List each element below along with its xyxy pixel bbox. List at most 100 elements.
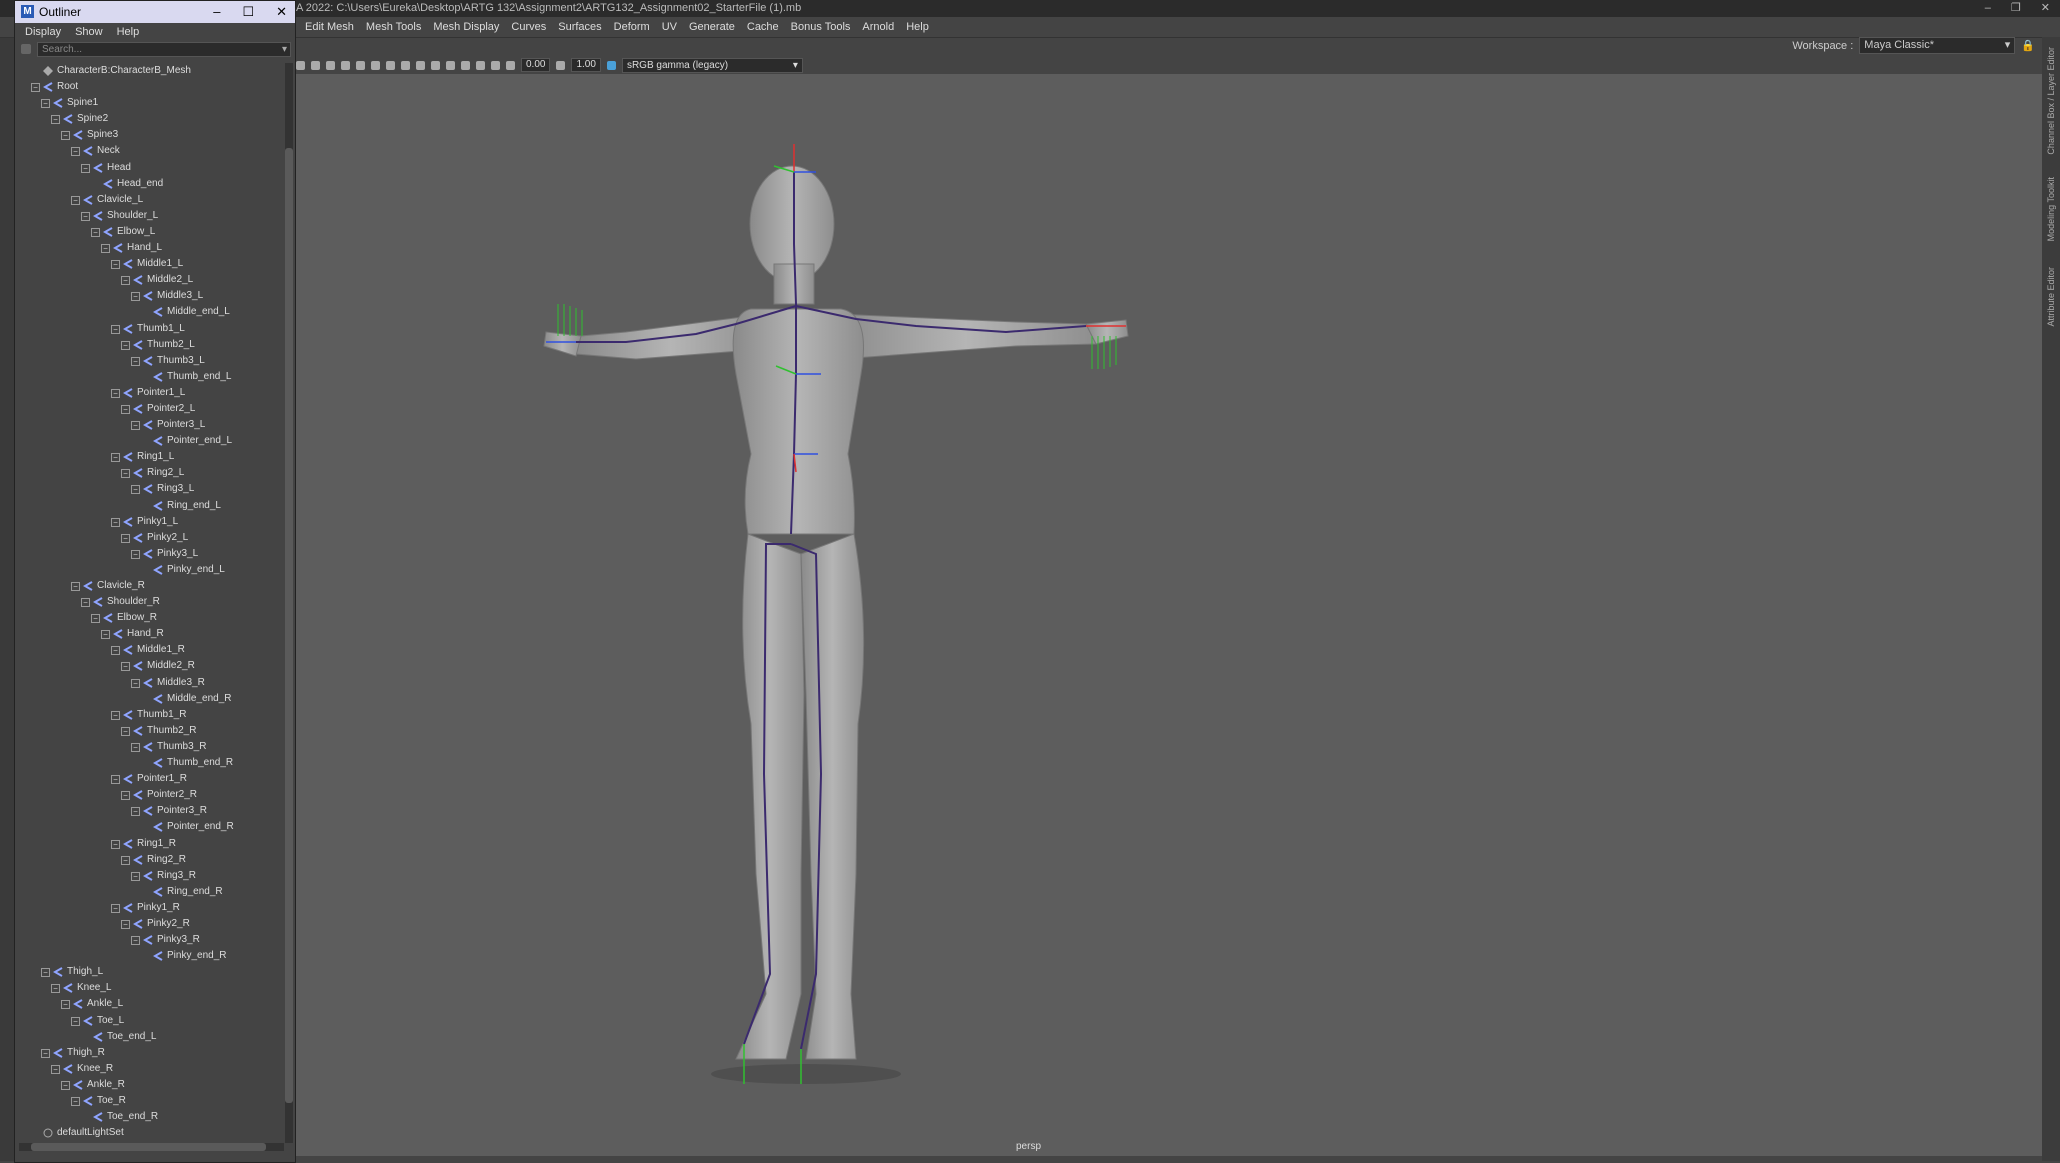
outliner-item[interactable]: Pinky_end_L: [15, 562, 283, 578]
isolate-select-icon[interactable]: [491, 60, 500, 70]
outliner-item[interactable]: Pointer_end_L: [15, 433, 283, 449]
scrollbar-thumb[interactable]: [285, 148, 293, 1103]
menu-item[interactable]: Generate: [689, 17, 735, 37]
workspace-dropdown[interactable]: Maya Classic*: [1859, 37, 2016, 54]
outliner-item[interactable]: Pinky_end_R: [15, 948, 283, 964]
outliner-item[interactable]: − Ring1_L: [15, 449, 283, 465]
collapse-icon[interactable]: −: [61, 1080, 70, 1090]
outliner-item[interactable]: − Hand_R: [15, 626, 283, 642]
collapse-icon[interactable]: −: [71, 147, 80, 157]
outliner-item[interactable]: − Ankle_L: [15, 996, 283, 1012]
outliner-minimize-icon[interactable]: –: [213, 1, 220, 23]
outliner-item[interactable]: − Ring1_R: [15, 836, 283, 852]
collapse-icon[interactable]: −: [61, 1000, 70, 1010]
smooth-shade-icon[interactable]: [416, 60, 425, 70]
outliner-item[interactable]: − Pointer1_R: [15, 771, 283, 787]
collapse-icon[interactable]: −: [71, 1097, 80, 1106]
collapse-icon[interactable]: −: [131, 356, 140, 366]
outliner-item[interactable]: Ring_end_R: [15, 884, 283, 900]
collapse-icon[interactable]: −: [121, 533, 130, 543]
wireframe-icon[interactable]: [401, 60, 410, 70]
collapse-icon[interactable]: −: [111, 710, 120, 720]
outliner-item[interactable]: − Ring3_R: [15, 868, 283, 884]
outliner-item[interactable]: − Shoulder_R: [15, 594, 283, 610]
collapse-icon[interactable]: −: [131, 485, 140, 495]
collapse-icon[interactable]: −: [71, 195, 80, 205]
restore-icon[interactable]: ❐: [2011, 0, 2021, 17]
outliner-item[interactable]: Middle_end_R: [15, 691, 283, 707]
outliner-item[interactable]: − Pinky2_R: [15, 916, 283, 932]
outliner-item[interactable]: − Ring2_L: [15, 465, 283, 481]
outliner-item[interactable]: Head_end: [15, 176, 283, 192]
outliner-item[interactable]: − Ring2_R: [15, 852, 283, 868]
collapse-icon[interactable]: −: [131, 807, 140, 817]
collapse-icon[interactable]: −: [71, 1016, 80, 1026]
outliner-item[interactable]: − Ankle_R: [15, 1077, 283, 1093]
collapse-icon[interactable]: −: [101, 244, 110, 254]
outliner-item[interactable]: − Spine2: [15, 111, 283, 127]
outliner-item[interactable]: Thumb_end_R: [15, 755, 283, 771]
outliner-item[interactable]: − Head: [15, 160, 283, 176]
outliner-menu-display[interactable]: Display: [25, 23, 61, 41]
outliner-item[interactable]: − Pinky3_L: [15, 546, 283, 562]
collapse-icon[interactable]: −: [91, 227, 100, 237]
outliner-item[interactable]: CharacterB:CharacterB_Mesh: [15, 63, 283, 79]
collapse-icon[interactable]: −: [131, 742, 140, 752]
gamma-field[interactable]: 1.00: [571, 58, 601, 72]
outliner-item[interactable]: − Pointer2_L: [15, 401, 283, 417]
collapse-icon[interactable]: −: [111, 903, 120, 913]
outliner-item[interactable]: Thumb_end_L: [15, 369, 283, 385]
outliner-item[interactable]: − Thigh_R: [15, 1045, 283, 1061]
textured-icon[interactable]: [431, 60, 440, 70]
collapse-icon[interactable]: −: [111, 453, 120, 463]
collapse-icon[interactable]: −: [51, 984, 60, 994]
outliner-item[interactable]: − Knee_R: [15, 1061, 283, 1077]
tab-channel-box[interactable]: Channel Box / Layer Editor: [2046, 47, 2056, 155]
outliner-menu-help[interactable]: Help: [117, 23, 140, 41]
menu-item[interactable]: Curves: [511, 17, 546, 37]
collapse-icon[interactable]: −: [131, 678, 140, 688]
collapse-icon[interactable]: −: [81, 163, 90, 173]
collapse-icon[interactable]: −: [61, 131, 70, 141]
collapse-icon[interactable]: −: [121, 726, 130, 736]
outliner-maximize-icon[interactable]: ☐: [242, 1, 254, 23]
outliner-item[interactable]: − Pointer1_L: [15, 385, 283, 401]
outliner-item[interactable]: − Middle1_L: [15, 256, 283, 272]
shadows-icon[interactable]: [461, 60, 470, 70]
outliner-search-input[interactable]: Search...: [37, 41, 291, 57]
collapse-icon[interactable]: −: [111, 646, 120, 656]
outliner-item[interactable]: − Toe_R: [15, 1093, 283, 1109]
menu-item[interactable]: Edit Mesh: [305, 17, 354, 37]
scrollbar-thumb[interactable]: [31, 1143, 266, 1151]
xray-icon[interactable]: [476, 60, 485, 70]
outliner-item[interactable]: − Thumb1_R: [15, 707, 283, 723]
outliner-item[interactable]: − Elbow_R: [15, 610, 283, 626]
camera-select-icon[interactable]: [296, 60, 305, 70]
outliner-item[interactable]: − Ring3_L: [15, 481, 283, 497]
collapse-icon[interactable]: −: [121, 855, 130, 865]
outliner-item[interactable]: − Thumb2_L: [15, 337, 283, 353]
collapse-icon[interactable]: −: [131, 421, 140, 431]
menu-item[interactable]: UV: [662, 17, 677, 37]
colorspace-dropdown[interactable]: sRGB gamma (legacy): [621, 57, 803, 73]
outliner-item[interactable]: − Pointer3_R: [15, 803, 283, 819]
outliner-item[interactable]: − Pointer3_L: [15, 417, 283, 433]
collapse-icon[interactable]: −: [121, 340, 130, 350]
collapse-icon[interactable]: −: [131, 936, 140, 946]
collapse-icon[interactable]: −: [111, 388, 120, 398]
outliner-item[interactable]: − Thumb3_R: [15, 739, 283, 755]
outliner-close-icon[interactable]: ✕: [276, 1, 287, 23]
collapse-icon[interactable]: −: [121, 791, 130, 801]
collapse-icon[interactable]: −: [41, 968, 50, 978]
collapse-icon[interactable]: −: [131, 292, 140, 302]
outliner-item[interactable]: − Thigh_L: [15, 964, 283, 980]
outliner-item[interactable]: defaultLightSet: [15, 1125, 283, 1141]
collapse-icon[interactable]: −: [121, 662, 130, 672]
outliner-vertical-scrollbar[interactable]: [285, 63, 293, 1143]
collapse-icon[interactable]: −: [81, 211, 90, 221]
collapse-icon[interactable]: −: [111, 517, 120, 527]
outliner-item[interactable]: − Spine1: [15, 95, 283, 111]
outliner-item[interactable]: − Thumb1_L: [15, 321, 283, 337]
lights-icon[interactable]: [446, 60, 455, 70]
collapse-icon[interactable]: −: [41, 1048, 50, 1058]
